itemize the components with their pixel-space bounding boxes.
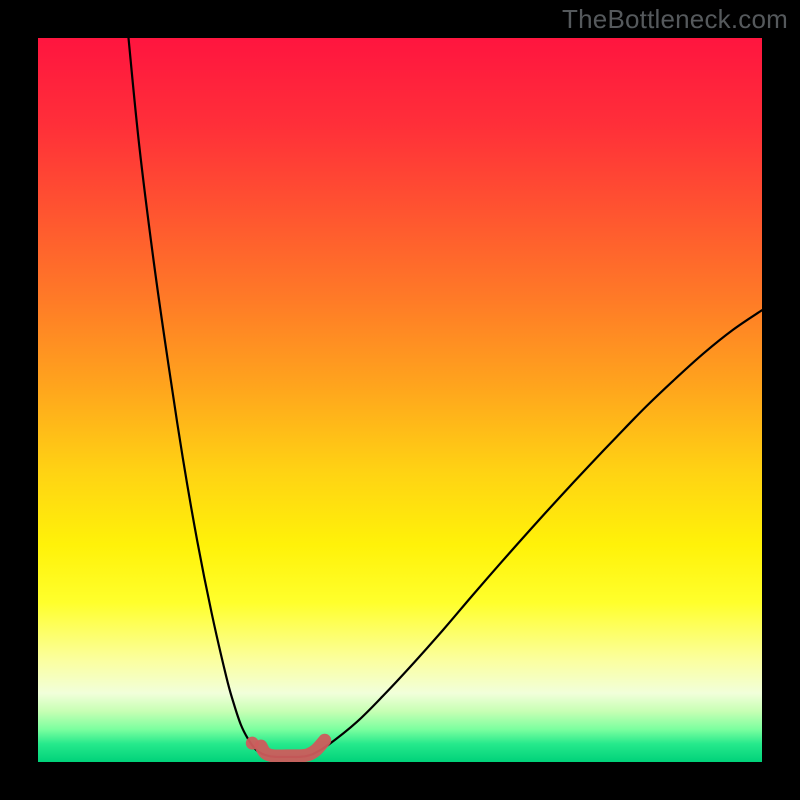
curve-left-branch [129,38,263,754]
highlight-dot [246,737,259,750]
plot-area [38,38,762,762]
watermark-text: TheBottleneck.com [562,4,788,35]
chart-stage: TheBottleneck.com [0,0,800,800]
curve-right-branch [313,310,762,754]
curve-layer [38,38,762,762]
highlight-path [261,740,325,756]
